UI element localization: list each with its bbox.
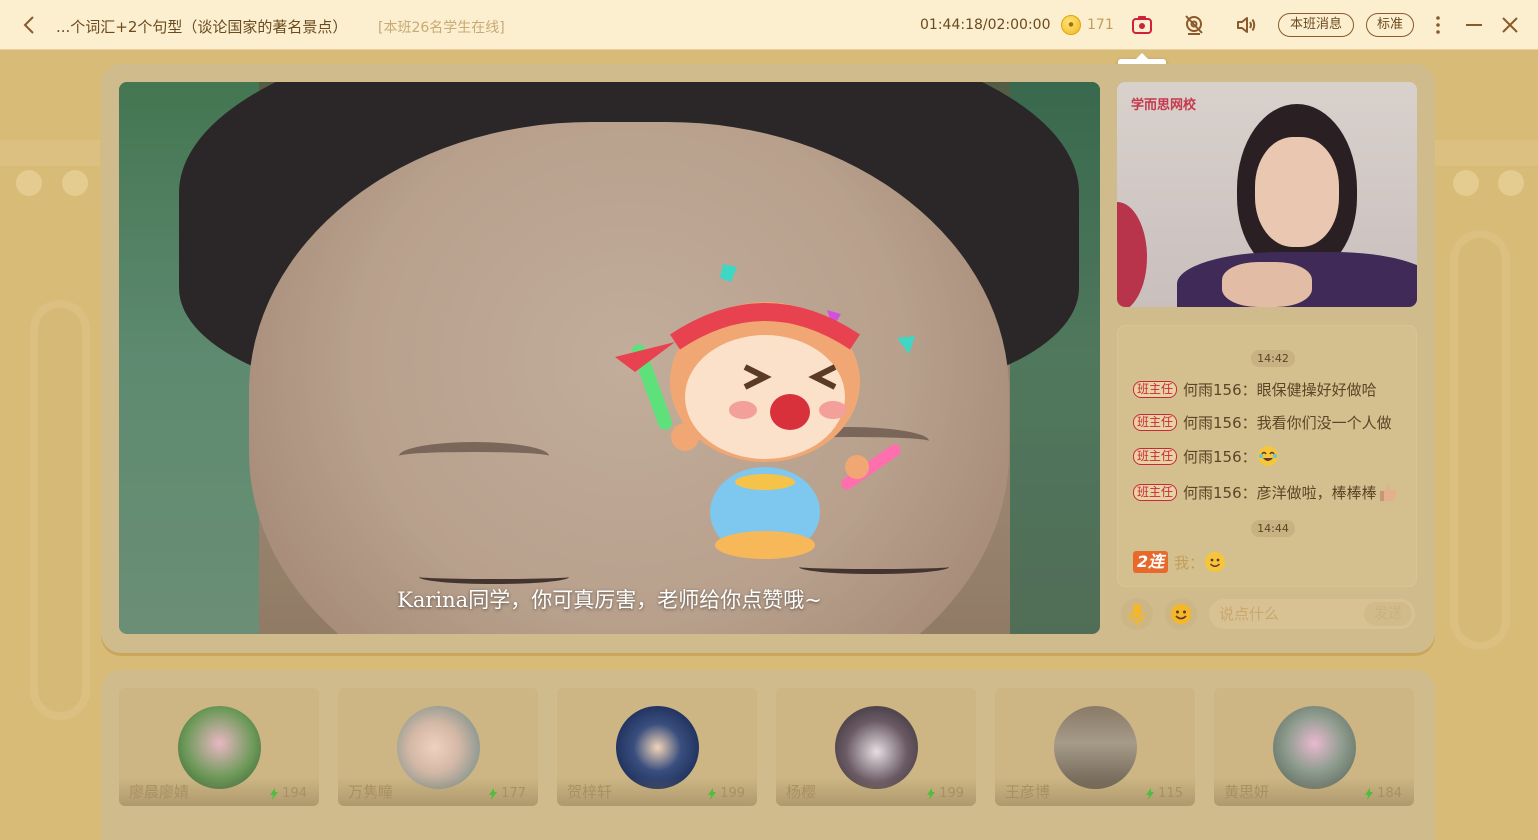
avatar [1273, 706, 1356, 789]
energy-bolt-icon [927, 787, 936, 800]
energy-bolt-icon [1146, 787, 1155, 800]
lesson-title: ...个词汇+2个句型（谈论国家的著名景点） [56, 18, 348, 36]
chat-message: 班主任 何雨156： 眼保健操好好做哈 [1133, 379, 1377, 400]
student-score: 184 [1364, 786, 1402, 801]
student-name: 杨樱 [786, 783, 817, 801]
student-card[interactable]: 王彦博 115 [995, 688, 1195, 806]
student-card[interactable]: 万隽瞳 177 [338, 688, 538, 806]
student-score: 177 [488, 786, 526, 801]
quality-button[interactable]: 标准 [1366, 13, 1414, 37]
chat-message: 班主任 何雨156： [1133, 445, 1279, 467]
microphone-icon [1129, 604, 1145, 625]
coin-icon: ● [1061, 15, 1081, 35]
top-bar: ...个词汇+2个句型（谈论国家的著名景点） [本班26名学生在线] 01:44… [0, 0, 1538, 50]
chat-timestamp: 14:44 [1251, 520, 1295, 537]
chat-sender: 何雨156 [1183, 414, 1242, 432]
more-vertical-icon[interactable] [1426, 13, 1450, 37]
student-name: 万隽瞳 [348, 783, 394, 801]
laughing-emoji-icon [1257, 446, 1278, 466]
chevron-left-icon[interactable] [18, 13, 42, 37]
avatar [835, 706, 918, 789]
chat-timestamp: 14:42 [1251, 350, 1295, 367]
combo-badge: 2连 [1133, 551, 1169, 573]
camera-off-icon[interactable] [1182, 13, 1206, 37]
student-name: 王彦博 [1005, 783, 1051, 801]
student-score: 199 [926, 786, 964, 801]
role-badge: 班主任 [1133, 414, 1178, 431]
student-card[interactable]: 廖晨廖婧 194 [119, 688, 319, 806]
class-message-button[interactable]: 本班消息 [1278, 13, 1354, 37]
avatar [178, 706, 261, 789]
student-name: 黄思妍 [1224, 783, 1270, 801]
chat-sender: 何雨156 [1183, 447, 1242, 466]
online-count: [本班26名学生在线] [378, 20, 505, 36]
teacher-video: 学而思网校 [1117, 82, 1417, 307]
student-card[interactable]: 贺梓轩 199 [557, 688, 757, 806]
chat-text: 眼保健操好好做哈 [1256, 381, 1377, 399]
student-name: 贺梓轩 [567, 783, 613, 801]
microphone-button[interactable] [1121, 598, 1153, 630]
minimize-icon[interactable] [1462, 13, 1486, 37]
role-badge: 班主任 [1133, 483, 1178, 501]
thumbs-up-icon [1379, 484, 1397, 501]
student-score: 115 [1145, 786, 1183, 801]
coin-balance: ● 171 [1061, 15, 1114, 35]
chat-input-row: 发送 [1117, 596, 1417, 632]
energy-bolt-icon [708, 787, 717, 800]
praise-caption: Karina同学，你可真厉害，老师给你点赞哦~ [397, 588, 822, 612]
close-icon[interactable] [1498, 13, 1522, 37]
energy-bolt-icon [270, 787, 279, 800]
emoji-button[interactable] [1165, 598, 1197, 630]
chat-sender: 何雨156 [1183, 381, 1242, 399]
student-card[interactable]: 黄思妍 184 [1214, 688, 1414, 806]
role-badge: 班主任 [1133, 447, 1178, 465]
send-button[interactable]: 发送 [1364, 602, 1412, 626]
student-score: 199 [707, 786, 745, 801]
energy-bolt-icon [489, 787, 498, 800]
avatar [1054, 706, 1137, 789]
smile-icon [1171, 604, 1191, 624]
class-timer: 01:44:18/02:00:00 [920, 17, 1051, 33]
avatar [616, 706, 699, 789]
role-badge: 班主任 [1133, 381, 1178, 398]
coin-count: 171 [1087, 17, 1114, 33]
student-score: 194 [269, 786, 307, 801]
chat-sender: 何雨156 [1183, 483, 1242, 502]
chat-message: 班主任 何雨156： 彦洋做啦，棒棒棒 [1133, 481, 1399, 503]
chat-panel: 14:42 班主任 何雨156： 眼保健操好好做哈 班主任 何雨156： 我看你… [1117, 325, 1417, 587]
student-card[interactable]: 杨樱 199 [776, 688, 976, 806]
monkey-mascot-icon [615, 264, 915, 559]
volume-icon[interactable] [1234, 13, 1258, 37]
camera-icon[interactable] [1130, 13, 1154, 37]
my-chat-message: 2连 我： [1133, 551, 1226, 573]
chat-text: 彦洋做啦，棒棒棒 [1256, 483, 1377, 502]
chat-message: 班主任 何雨156： 我看你们没一个人做 [1133, 412, 1392, 433]
school-logo: 学而思网校 [1131, 98, 1197, 113]
avatar [397, 706, 480, 789]
chat-text: 我看你们没一个人做 [1256, 414, 1392, 432]
chat-sender: 我 [1174, 553, 1190, 572]
energy-bolt-icon [1365, 787, 1374, 800]
student-name: 廖晨廖婧 [129, 783, 190, 801]
smile-emoji-icon [1205, 552, 1226, 572]
